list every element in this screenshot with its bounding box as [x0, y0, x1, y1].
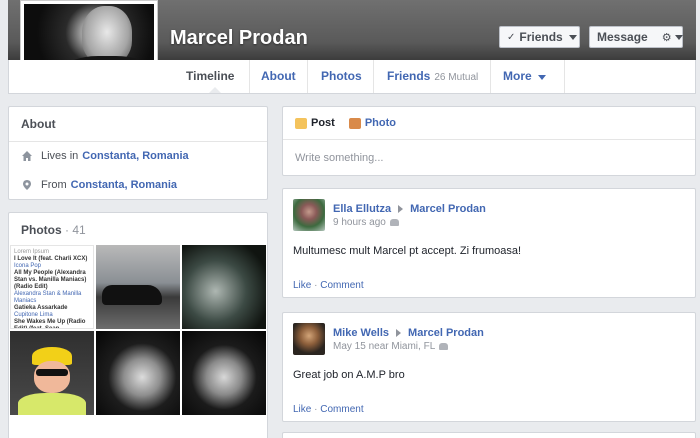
- active-tab-indicator: [209, 87, 221, 93]
- message-button[interactable]: Message ⚙: [589, 26, 683, 48]
- lives-in-label: Lives in: [41, 150, 79, 162]
- post-text: Multumesc mult Marcel pt accept. Zi frum…: [293, 245, 522, 257]
- playlist-line: Gatieka Assarkade: [14, 305, 68, 311]
- post-composer: Post Photo Write something...: [282, 106, 696, 176]
- photo-thumbnail-playlist[interactable]: Lorem Ipsum I Love It (feat. Charli XCX)…: [10, 245, 94, 329]
- car-shape: [102, 285, 162, 305]
- tab-more-label: More: [503, 69, 532, 83]
- avatar[interactable]: [293, 323, 325, 355]
- photo-thumbnail-portrait[interactable]: [182, 331, 266, 415]
- composer-tab-post-label: Post: [311, 117, 335, 129]
- kid-face: [34, 361, 70, 393]
- photo-thumbnail-portrait[interactable]: [96, 331, 180, 415]
- chevron-down-icon: [537, 75, 546, 80]
- tab-about[interactable]: About: [261, 69, 296, 83]
- post-timestamp[interactable]: May 15 near Miami, FL: [333, 341, 435, 352]
- home-icon: [22, 151, 32, 161]
- playlist-line: She Wakes Me Up (Radio Edit) (feat. Sean: [14, 319, 86, 329]
- post-meta: May 15 near Miami, FL: [333, 341, 449, 352]
- timeline-post: Ella Ellutza Marcel Prodan 9 hours ago M…: [282, 188, 696, 298]
- tab-divider: [307, 60, 308, 93]
- composer-tab-post[interactable]: Post: [295, 117, 335, 129]
- arrow-right-icon: [396, 329, 402, 337]
- arrow-right-icon: [398, 205, 404, 213]
- post-target-link[interactable]: Marcel Prodan: [410, 203, 486, 215]
- post-meta: 9 hours ago: [333, 217, 399, 228]
- message-button-label: Message: [597, 30, 648, 44]
- composer-tab-photo-label: Photo: [364, 117, 397, 129]
- tab-friends-label: Friends: [387, 69, 431, 83]
- comment-link[interactable]: Comment: [320, 404, 363, 415]
- friends-audience-icon[interactable]: [389, 219, 399, 226]
- tab-divider: [373, 60, 374, 93]
- playlist-line: All My People (Alexandra Stan vs. Manill…: [14, 270, 87, 290]
- post-header: Ella Ellutza Marcel Prodan: [333, 203, 486, 215]
- tab-friends[interactable]: Friends 26 Mutual: [387, 69, 478, 83]
- like-link[interactable]: Like: [293, 280, 311, 291]
- like-link[interactable]: Like: [293, 404, 311, 415]
- from-label: From: [41, 179, 67, 191]
- playlist-line: I Love It (feat. Charli XCX): [14, 256, 88, 262]
- about-title[interactable]: About: [9, 107, 267, 142]
- gear-icon[interactable]: ⚙: [662, 31, 672, 44]
- profile-name[interactable]: Marcel Prodan: [170, 27, 308, 50]
- photo-thumbnail-car[interactable]: [96, 245, 180, 329]
- kid-shirt: [18, 393, 86, 415]
- chevron-down-icon: [568, 34, 577, 40]
- from-link[interactable]: Constanta, Romania: [71, 179, 177, 191]
- post-actions: Like · Comment: [293, 280, 364, 291]
- tab-timeline[interactable]: Timeline: [186, 69, 234, 83]
- photo-thumbnail-group[interactable]: [182, 245, 266, 329]
- check-icon: ✓: [507, 31, 516, 43]
- photo-thumbnail-kid[interactable]: [10, 331, 94, 415]
- composer-input[interactable]: Write something...: [283, 140, 695, 176]
- tab-more[interactable]: More: [503, 69, 546, 83]
- mutual-friends-count: 26 Mutual: [434, 72, 479, 83]
- tab-divider: [564, 60, 565, 93]
- timeline-post: Mike Wells Marcel Prodan May 15 near Mia…: [282, 312, 696, 422]
- post-author-link[interactable]: Ella Ellutza: [333, 203, 391, 215]
- photos-title[interactable]: Photos · 41: [9, 213, 267, 247]
- post-text: Great job on A.M.P bro: [293, 369, 405, 381]
- location-pin-icon: [23, 180, 31, 190]
- about-card: About Lives in Constanta, Romania From C…: [8, 106, 268, 200]
- timeline-post-partial: [282, 432, 696, 438]
- post-actions: Like · Comment: [293, 404, 364, 415]
- lives-in-row: Lives in Constanta, Romania: [21, 150, 189, 162]
- kid-sunglasses: [36, 369, 68, 376]
- tab-divider: [249, 60, 250, 93]
- pencil-note-icon: [295, 117, 307, 129]
- composer-tabs: Post Photo: [283, 107, 695, 140]
- composer-tab-photo[interactable]: Photo: [348, 117, 397, 129]
- photos-title-label: Photos: [21, 223, 62, 237]
- profile-nav: Timeline About Photos Friends 26 Mutual M…: [8, 60, 696, 94]
- playlist-line: Icona Pop: [14, 263, 42, 269]
- chevron-down-icon: [674, 34, 683, 40]
- avatar[interactable]: [293, 199, 325, 231]
- friends-button-label: Friends: [519, 30, 563, 44]
- photos-count: · 41: [65, 223, 86, 237]
- from-row: From Constanta, Romania: [21, 179, 177, 191]
- tab-photos[interactable]: Photos: [321, 69, 362, 83]
- photo-icon: [348, 117, 361, 129]
- post-timestamp[interactable]: 9 hours ago: [333, 217, 386, 228]
- comment-link[interactable]: Comment: [320, 280, 363, 291]
- playlist-line: Lorem Ipsum: [14, 249, 50, 255]
- post-target-link[interactable]: Marcel Prodan: [408, 327, 484, 339]
- tab-divider: [490, 60, 491, 93]
- friends-button[interactable]: ✓ Friends: [499, 26, 580, 48]
- post-header: Mike Wells Marcel Prodan: [333, 327, 484, 339]
- playlist-line: Cupitone Lima: [14, 312, 53, 318]
- lives-in-link[interactable]: Constanta, Romania: [82, 150, 188, 162]
- post-author-link[interactable]: Mike Wells: [333, 327, 389, 339]
- playlist-line: Alexandra Stan & Manilla Maniacs: [14, 291, 82, 304]
- friends-audience-icon[interactable]: [439, 343, 449, 350]
